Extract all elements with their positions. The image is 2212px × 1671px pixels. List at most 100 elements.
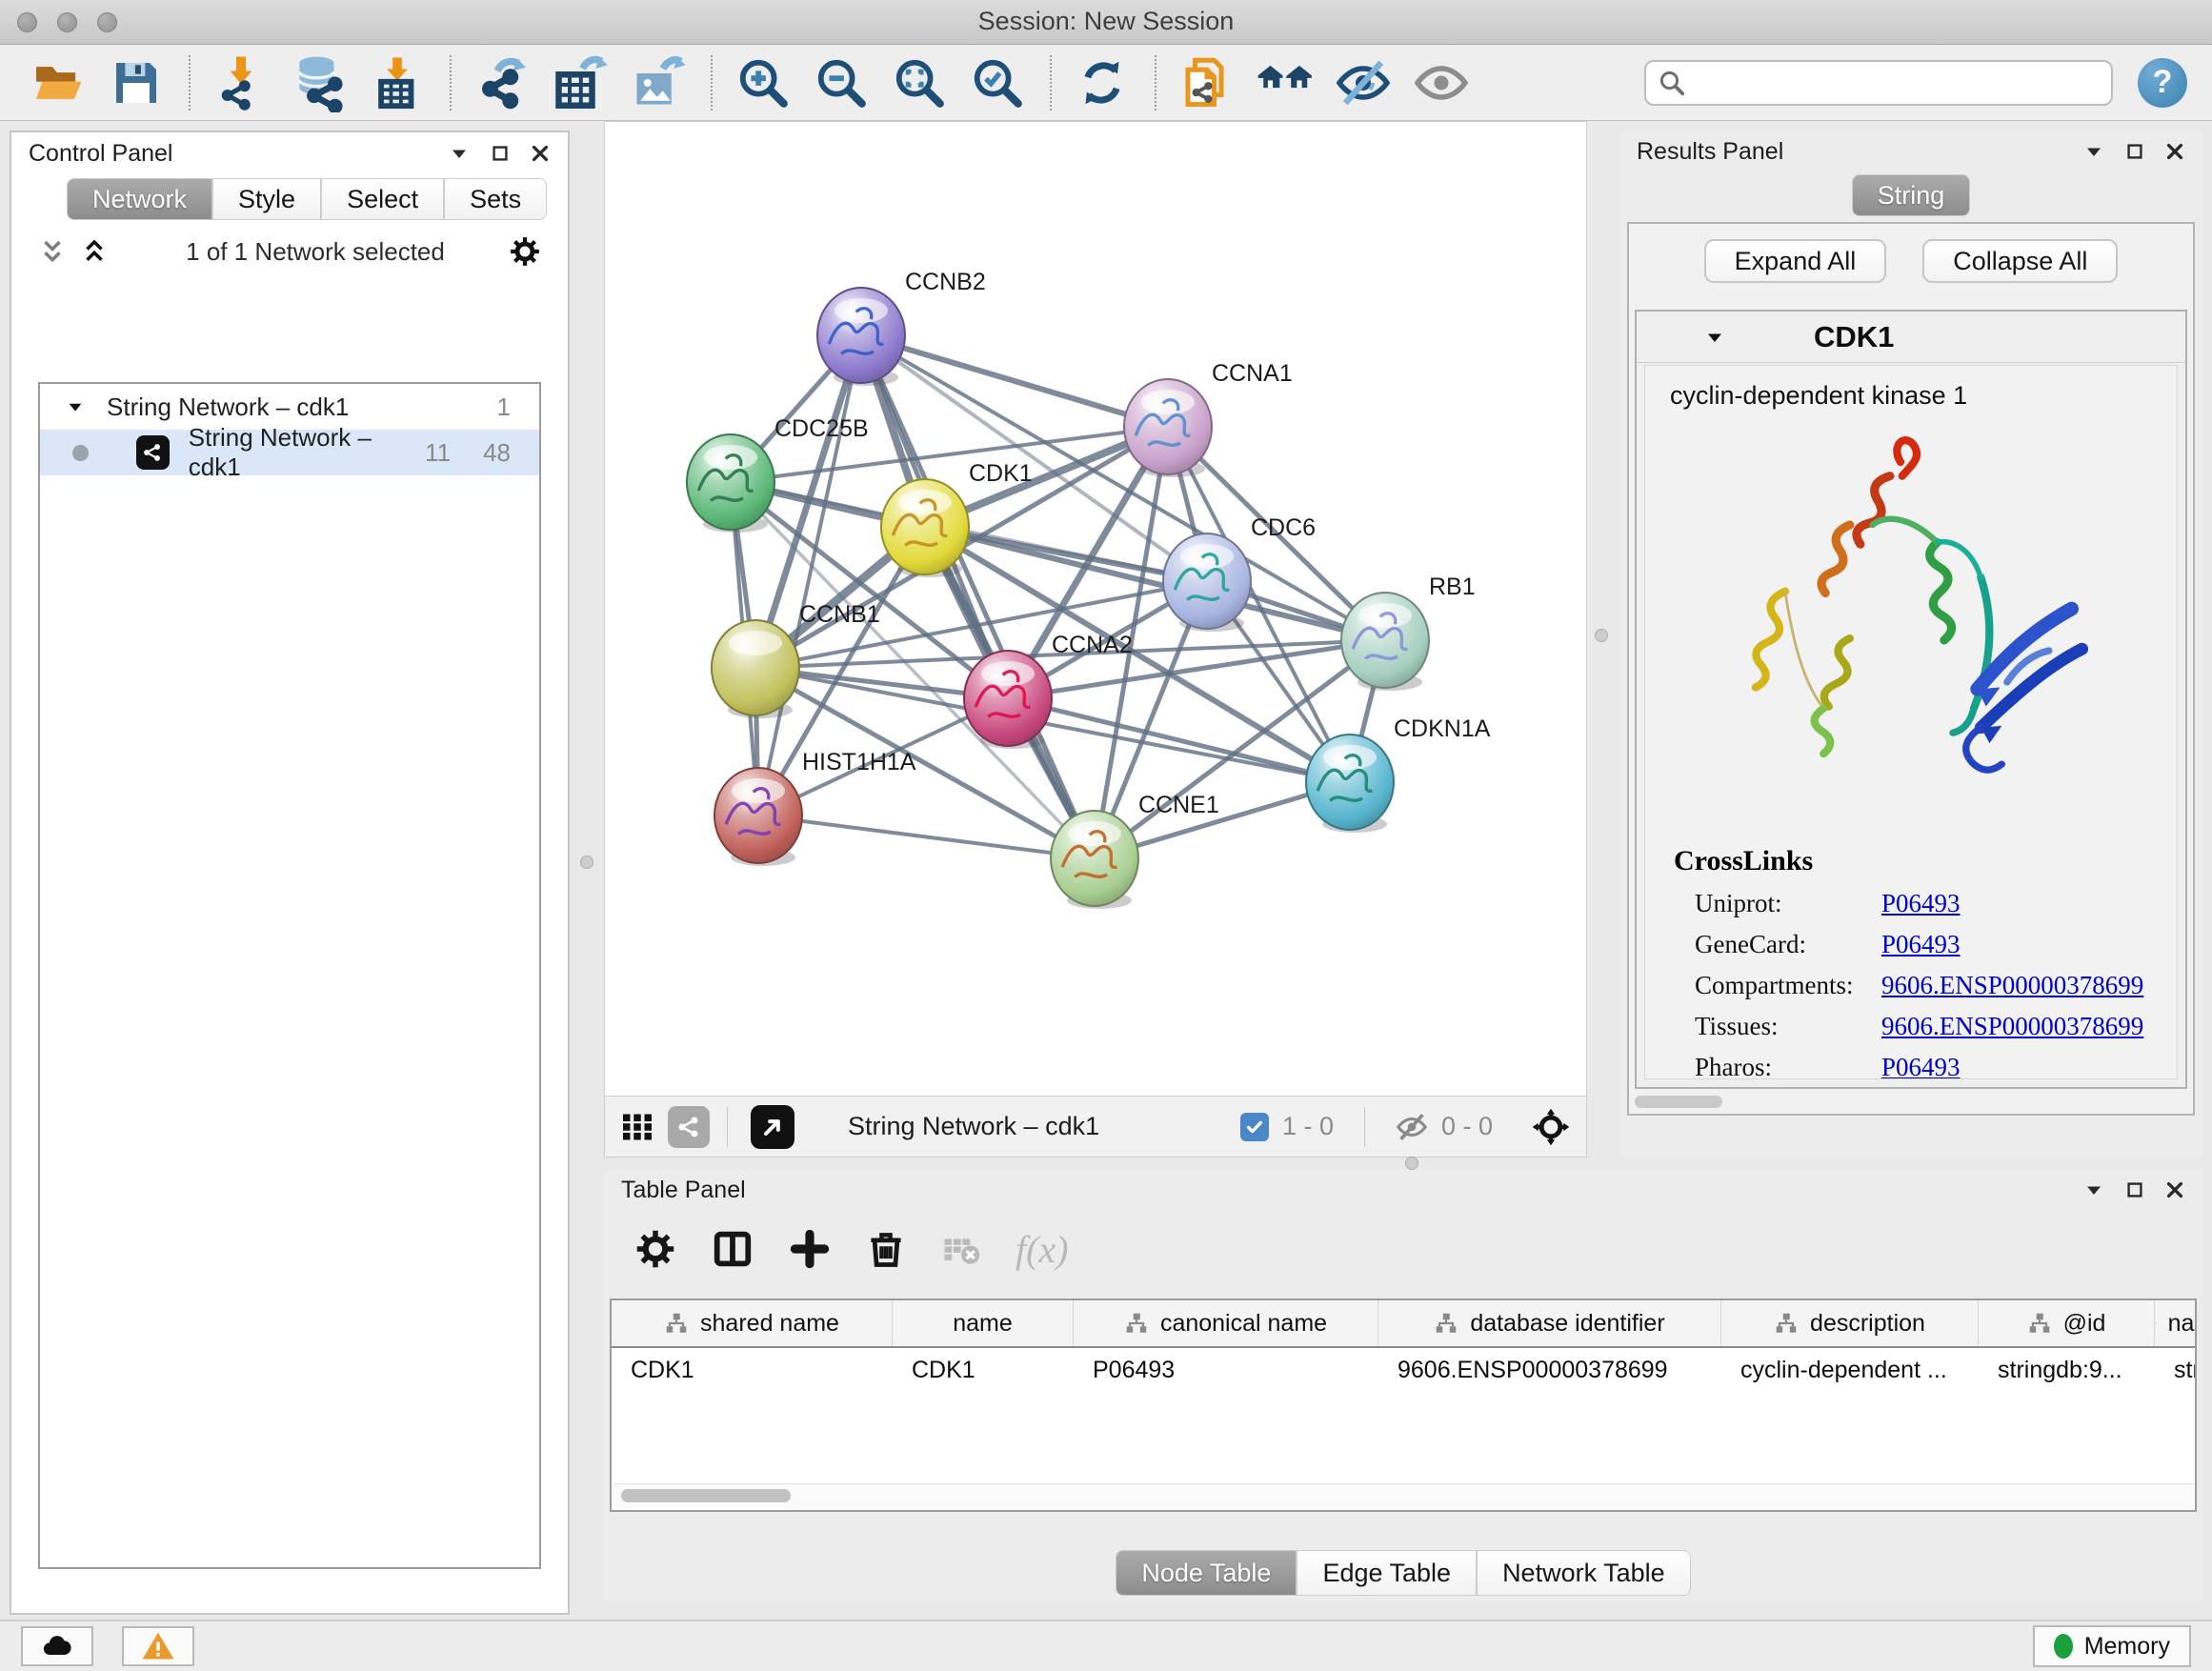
tab-node-table[interactable]: Node Table (1116, 1550, 1297, 1596)
control-panel: Control Panel NetworkStyleSelectSets 1 o… (10, 131, 570, 1615)
home-networks-button[interactable] (1254, 51, 1317, 114)
plus-icon (789, 1228, 831, 1270)
panel-menu-caret-icon[interactable] (448, 142, 471, 165)
network-list-options-button[interactable] (509, 235, 541, 268)
zoom-selected-button[interactable] (966, 51, 1029, 114)
crosslink-link[interactable]: 9606.ENSP00000378699 (1881, 1012, 2143, 1041)
open-session-button[interactable] (27, 51, 90, 114)
zoom-fit-button[interactable] (888, 51, 951, 114)
import-network-from-file-button[interactable] (210, 51, 272, 114)
table-settings-button[interactable] (634, 1228, 676, 1270)
column-header-database-identifier[interactable]: database identifier (1378, 1300, 1721, 1346)
hidden-eye-slash-icon[interactable] (1396, 1111, 1428, 1143)
collapse-all-networks-button[interactable] (38, 237, 67, 266)
save-session-button[interactable] (105, 51, 168, 114)
column-header-name[interactable]: name (893, 1300, 1074, 1346)
birdseye-grid-icon[interactable] (620, 1110, 654, 1144)
column-header-shared-name[interactable]: shared name (612, 1300, 893, 1346)
export-table-button[interactable] (549, 51, 612, 114)
network-edge[interactable] (861, 335, 1168, 427)
network-node-CCNA1[interactable]: CCNA1 (1124, 360, 1293, 477)
column-header-description[interactable]: description (1721, 1300, 1979, 1346)
help-button[interactable]: ? (2138, 58, 2187, 108)
minimize-window-button[interactable] (57, 12, 77, 32)
close-panel-icon[interactable] (530, 143, 551, 164)
collapse-all-button[interactable]: Collapse All (1922, 239, 2118, 283)
network-node-CCNB1[interactable]: CCNB1 (712, 601, 880, 718)
crosslink-link[interactable]: P06493 (1881, 930, 1961, 959)
show-selected-button[interactable] (1410, 51, 1473, 114)
bottom-divider-grabber[interactable] (1405, 1157, 1418, 1170)
network-edge[interactable] (758, 335, 861, 815)
tab-edge-table[interactable]: Edge Table (1297, 1550, 1477, 1596)
tab-network[interactable]: Network (67, 178, 212, 220)
crosslink-link[interactable]: P06493 (1881, 1053, 1961, 1079)
hide-selected-button[interactable] (1332, 51, 1395, 114)
network-node-CDC6[interactable]: CDC6 (1163, 514, 1316, 632)
tab-sets[interactable]: Sets (444, 178, 547, 220)
network-edge[interactable] (758, 815, 1095, 858)
export-image-button[interactable] (627, 51, 690, 114)
right-divider-grabber[interactable] (1595, 629, 1608, 642)
warnings-button[interactable] (122, 1626, 194, 1666)
create-column-button[interactable] (789, 1228, 831, 1270)
network-node-CCNE1[interactable]: CCNE1 (1051, 792, 1219, 909)
expand-all-button[interactable]: Expand All (1704, 239, 1887, 283)
function-builder-button[interactable]: f(x) (1016, 1227, 1069, 1272)
crosshair-icon[interactable] (1531, 1107, 1571, 1147)
tab-style[interactable]: Style (212, 178, 321, 220)
zoom-window-button[interactable] (97, 12, 117, 32)
zoom-in-button[interactable] (732, 51, 794, 114)
results-scrollbar-thumb[interactable] (1635, 1096, 1722, 1108)
cloud-status-button[interactable] (21, 1626, 93, 1666)
clone-network-button[interactable] (1176, 51, 1238, 114)
show-columns-button[interactable] (711, 1227, 754, 1271)
delete-table-button[interactable] (941, 1229, 981, 1269)
float-panel-icon[interactable] (2124, 1179, 2145, 1200)
panel-menu-caret-icon[interactable] (2082, 140, 2105, 163)
table-row[interactable]: CDK1CDK1P064939606.ENSP00000378699cyclin… (612, 1348, 2195, 1392)
collection-label: String Network – cdk1 (107, 393, 349, 422)
network-edge[interactable] (861, 335, 1095, 858)
tab-string[interactable]: String (1852, 174, 1971, 216)
network-node-HIST1H1A[interactable]: HIST1H1A (714, 749, 916, 866)
import-network-from-database-button[interactable] (288, 51, 351, 114)
crosslink-link[interactable]: P06493 (1881, 889, 1961, 918)
import-table-from-file-button[interactable] (366, 51, 429, 114)
network-node-CDC25B[interactable]: CDC25B (687, 415, 869, 533)
collection-expand-caret-icon[interactable] (65, 396, 86, 417)
gene-expand-caret-icon[interactable] (1703, 326, 1726, 349)
selected-checkbox-icon[interactable] (1240, 1113, 1269, 1141)
node-label-CCNA2: CCNA2 (1052, 632, 1133, 658)
open-in-new-window-button[interactable] (751, 1105, 794, 1149)
float-panel-icon[interactable] (490, 143, 511, 164)
delete-column-button[interactable] (865, 1228, 907, 1270)
column-header-namespac[interactable]: namespac (2155, 1300, 2197, 1346)
network-node-CDKN1A[interactable]: CDKN1A (1306, 715, 1491, 833)
close-window-button[interactable] (17, 12, 37, 32)
float-panel-icon[interactable] (2124, 141, 2145, 162)
panel-menu-caret-icon[interactable] (2082, 1178, 2105, 1201)
column-header--id[interactable]: @id (1979, 1300, 2155, 1346)
network-row[interactable]: String Network – cdk1 11 48 (40, 430, 539, 475)
tab-select[interactable]: Select (321, 178, 444, 220)
crosslink-link[interactable]: 9606.ENSP00000378699 (1881, 971, 2143, 1000)
network-node-CCNB2[interactable]: CCNB2 (817, 269, 986, 386)
memory-button[interactable]: Memory (2033, 1625, 2191, 1667)
column-header-canonical-name[interactable]: canonical name (1074, 1300, 1378, 1346)
search-input[interactable] (1696, 69, 2100, 96)
export-network-button[interactable] (471, 51, 533, 114)
network-node-RB1[interactable]: RB1 (1341, 574, 1476, 691)
expand-all-networks-button[interactable] (80, 237, 109, 266)
network-canvas[interactable]: CCNB2CCNA1CDC25BCDK1CDC6RB1CCNB1CCNA2CDK… (605, 122, 1586, 1096)
tab-network-table[interactable]: Network Table (1477, 1550, 1691, 1596)
gene-section-header[interactable]: CDK1 (1637, 312, 2185, 363)
scrollbar-thumb[interactable] (621, 1489, 791, 1502)
close-panel-icon[interactable] (2164, 141, 2185, 162)
zoom-out-button[interactable] (810, 51, 873, 114)
zoom-in-icon (735, 55, 791, 111)
apply-layout-button[interactable] (1071, 51, 1134, 114)
left-divider-grabber[interactable] (580, 856, 593, 869)
close-panel-icon[interactable] (2164, 1179, 2185, 1200)
table-horizontal-scrollbar[interactable] (613, 1483, 2193, 1508)
